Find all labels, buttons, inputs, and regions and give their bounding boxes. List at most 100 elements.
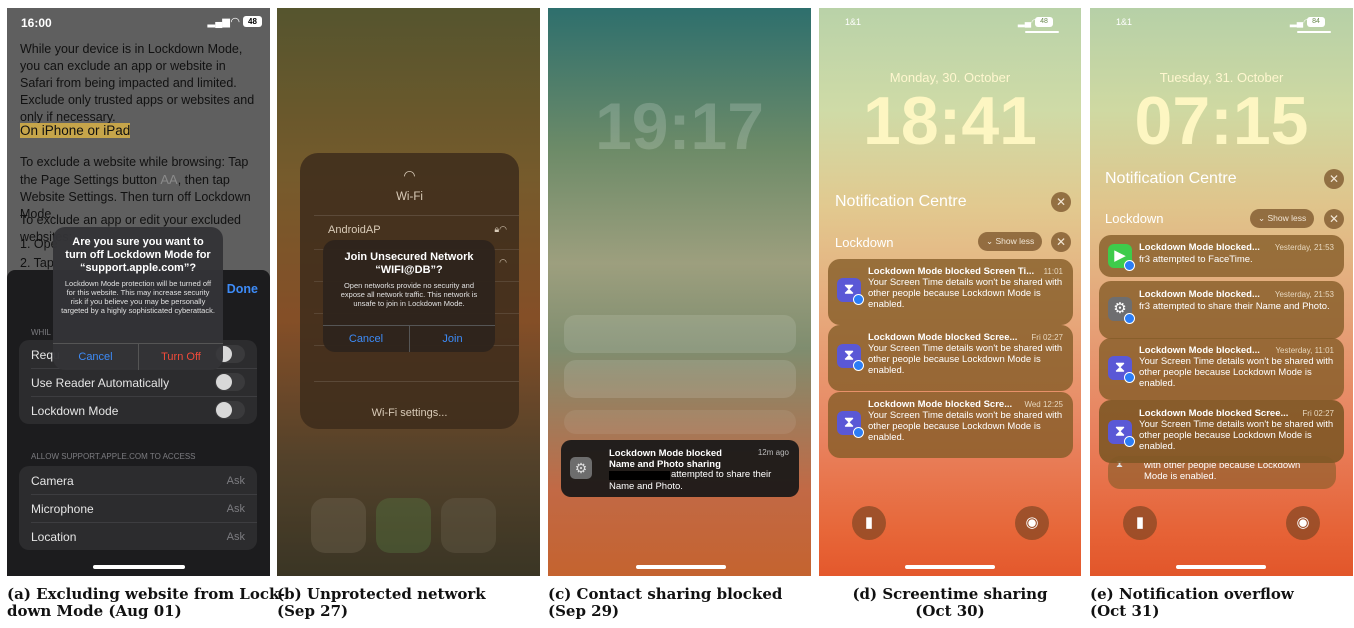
lockdown-toggle[interactable]: [215, 401, 245, 419]
notification-title: Lockdown Mode blocked...: [1139, 345, 1260, 356]
notification-name-photo[interactable]: ⚙ Lockdown Mode blocked Name and Photo s…: [561, 440, 799, 497]
settings-gear-icon: ⚙: [570, 457, 592, 479]
notification-time: Wed 12:25: [1024, 400, 1063, 409]
notification-body: fr3 attempted to share their Name and Ph…: [1139, 301, 1330, 312]
network-androidap[interactable]: AndroidAP: [328, 224, 381, 236]
camera-row[interactable]: Camera: [31, 474, 74, 488]
status-time: 16:00: [21, 16, 52, 30]
flashlight-icon[interactable]: ▮: [1123, 506, 1157, 540]
screen-time-hourglass-icon: ⧗: [1108, 420, 1135, 447]
wifi-icon: ◠: [403, 167, 416, 183]
alert-title: Are you sure you want to turn off Lockdo…: [65, 236, 211, 274]
lock-icon: 🔒︎◠: [494, 224, 507, 234]
notification-card[interactable]: ⧗ Lockdown Mode blocked... Yesterday, 11…: [1099, 338, 1344, 400]
home-indicator: [1176, 565, 1266, 569]
notification-body: attempted to share their Name and Photo.: [609, 469, 772, 492]
close-group-icon[interactable]: ✕: [1051, 232, 1071, 252]
home-indicator: [93, 565, 185, 569]
notification-body: Your Screen Time details won't be shared…: [1139, 356, 1334, 389]
group-title: Lockdown: [835, 235, 894, 250]
camera-value[interactable]: Ask: [227, 475, 245, 487]
notification-body: fr3 attempted to FaceTime.: [1139, 254, 1253, 265]
page-settings-glyph: AA: [160, 172, 178, 187]
close-group-icon[interactable]: ✕: [1324, 209, 1344, 229]
show-less-button[interactable]: ⌄ Show less: [978, 232, 1043, 251]
caption-d: (d) Screentime sharing (Oct 30): [852, 585, 1048, 620]
notification-card[interactable]: ⚙ Lockdown Mode blocked... Yesterday, 21…: [1099, 281, 1344, 339]
notification-time: Yesterday, 21:53: [1274, 290, 1334, 299]
notification-time: Fri 02:27: [1302, 409, 1334, 418]
camera-icon[interactable]: ◉: [1015, 506, 1049, 540]
wifi-title: Wi-Fi: [396, 191, 423, 203]
screenshot-c: 19:17 ⚙ Lockdown Mode blocked Name and P…: [548, 8, 811, 576]
close-icon[interactable]: ✕: [1051, 192, 1071, 212]
battery-icon: 84: [1307, 17, 1325, 27]
indicator-line: [1297, 31, 1331, 33]
notification-time: Yesterday, 21:53: [1274, 243, 1334, 252]
location-row[interactable]: Location: [31, 530, 76, 544]
notification-title: Lockdown Mode blocked...: [1139, 242, 1260, 253]
screen-time-hourglass-icon: ⧗: [837, 344, 864, 371]
list-item: 1. Ope: [20, 237, 58, 251]
reader-toggle[interactable]: [215, 373, 245, 391]
done-button[interactable]: Done: [227, 282, 258, 296]
turn-off-lockdown-alert: Are you sure you want to turn off Lockdo…: [53, 227, 223, 370]
flashlight-icon[interactable]: ▮: [852, 506, 886, 540]
show-less-button[interactable]: ⌄ Show less: [1250, 209, 1315, 228]
screen-time-hourglass-icon: ⧗: [1108, 356, 1135, 383]
dock-blur: [311, 498, 366, 553]
notification-title: Lockdown Mode blocked Name and Photo sha…: [609, 448, 722, 470]
notification-body: with other people because Lockdown Mode …: [1144, 460, 1301, 482]
notification-title: Lockdown Mode blocked...: [1139, 289, 1260, 300]
notification-card[interactable]: ⧗ Lockdown Mode blocked Scre... Wed 12:2…: [828, 392, 1073, 458]
notification-body: Your Screen Time details won't be shared…: [1139, 419, 1334, 452]
carrier-label: 1&1: [1116, 17, 1133, 27]
facetime-icon: ▶: [1108, 244, 1135, 271]
microphone-value[interactable]: Ask: [227, 503, 245, 515]
notification-centre-title: Notification Centre: [835, 193, 967, 210]
carrier-label: 1&1: [845, 17, 862, 27]
battery-icon: 48: [1035, 17, 1053, 27]
notification-title: Lockdown Mode blocked Scre...: [868, 399, 1013, 410]
notification-time: Yesterday, 11:01: [1275, 346, 1334, 355]
notification-card[interactable]: ⧗ Lockdown Mode blocked Screen Ti... 11:…: [828, 259, 1073, 325]
blurred-notification: [564, 360, 796, 398]
cancel-button[interactable]: Cancel: [323, 333, 409, 345]
signal-icon: ▂▄▆: [207, 17, 230, 28]
alert-title: Join Unsecured Network “WIFI@DB”?: [344, 251, 474, 276]
blurred-notification: [564, 315, 796, 353]
notification-body: Your Screen Time details won't be shared…: [868, 343, 1063, 376]
divider: [314, 381, 519, 382]
article-paragraph: While your device is in Lockdown Mode, y…: [20, 42, 255, 124]
battery-icon: 48: [243, 16, 262, 27]
dock-blur: [376, 498, 431, 553]
lockscreen-clock: 18:41: [863, 83, 1037, 159]
caption-c: (c) Contact sharing blocked (Sep 29): [548, 585, 783, 620]
join-button[interactable]: Join: [410, 333, 495, 345]
reader-row: Use Reader Automatically: [31, 376, 170, 390]
notification-card[interactable]: ⧗ Lockdown Mode blocked Scree... Fri 02:…: [1099, 400, 1344, 463]
microphone-row[interactable]: Microphone: [31, 502, 94, 516]
camera-icon[interactable]: ◉: [1286, 506, 1320, 540]
screenshot-a: 16:00 ▂▄▆ ◠ 48 While your device is in L…: [7, 8, 270, 576]
wifi-settings-link[interactable]: Wi-Fi settings...: [300, 407, 519, 419]
notification-card[interactable]: ▶ Lockdown Mode blocked... Yesterday, 21…: [1099, 235, 1344, 277]
caption-e: (e) Notification overflow (Oct 31): [1090, 585, 1294, 620]
caption-b: (b) Unprotected network (Sep 27): [277, 585, 486, 620]
turn-off-button[interactable]: Turn Off: [139, 351, 223, 363]
alert-body: Open networks provide no security and ex…: [340, 281, 478, 308]
cancel-button[interactable]: Cancel: [53, 351, 138, 363]
lockdown-row: Lockdown Mode: [31, 404, 119, 418]
location-value[interactable]: Ask: [227, 531, 245, 543]
screen-time-hourglass-icon: ⧗: [837, 411, 864, 438]
divider: [31, 396, 257, 397]
group-title: Lockdown: [1105, 211, 1164, 226]
notification-time: 12m ago: [757, 448, 789, 457]
close-icon[interactable]: ✕: [1324, 169, 1344, 189]
divider: [314, 215, 519, 216]
notification-card[interactable]: ⧗ Lockdown Mode blocked Scree... Fri 02:…: [828, 325, 1073, 391]
divider: [31, 494, 257, 495]
home-indicator: [636, 565, 726, 569]
article-heading: On iPhone or iPad: [20, 123, 131, 138]
wifi-icon: ◠: [499, 257, 507, 267]
